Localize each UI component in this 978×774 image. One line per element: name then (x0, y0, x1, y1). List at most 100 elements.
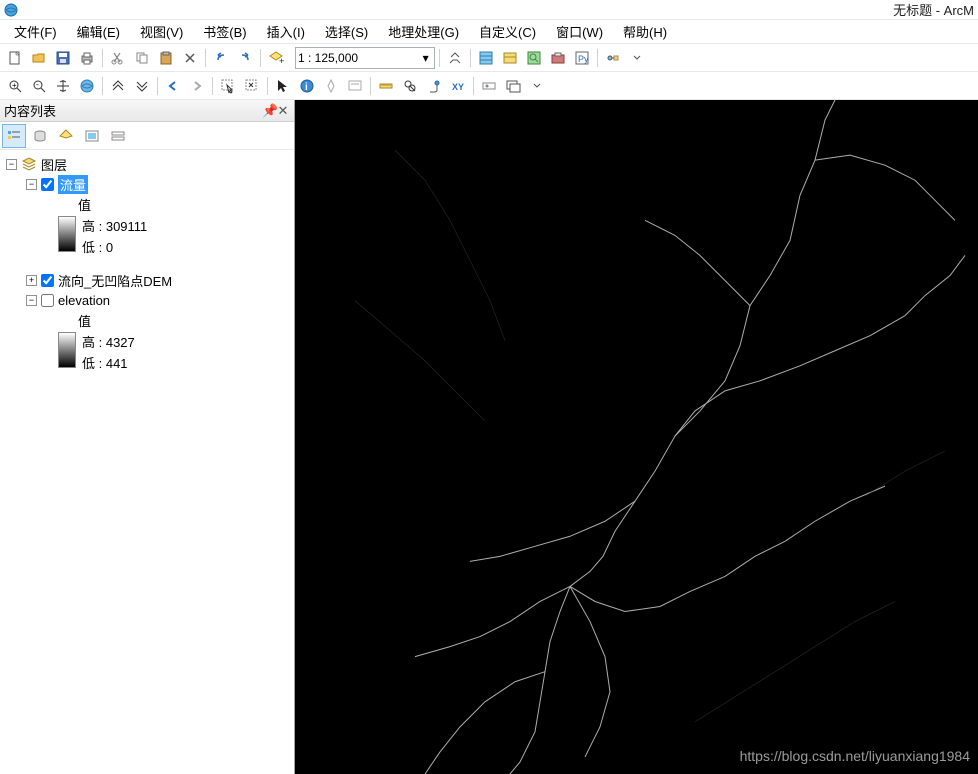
back-extent-button[interactable] (162, 75, 184, 97)
menu-help[interactable]: 帮助(H) (613, 19, 677, 44)
select-elements-button[interactable] (272, 75, 294, 97)
fixed-zoom-in-button[interactable] (107, 75, 129, 97)
menu-customize[interactable]: 自定义(C) (469, 19, 546, 44)
gradient-swatch[interactable] (58, 332, 76, 368)
menu-geoprocessing[interactable]: 地理处理(G) (378, 19, 469, 44)
toolbar-separator (102, 49, 103, 67)
layer-elevation-label: elevation (58, 293, 110, 308)
print-button[interactable] (76, 47, 98, 69)
table-of-contents-button[interactable] (475, 47, 497, 69)
expander-plus-icon[interactable]: + (26, 275, 37, 286)
layer-flow[interactable]: − 流量 (2, 174, 292, 194)
toolbar-separator (212, 77, 213, 95)
redo-button[interactable] (234, 47, 256, 69)
layer-visibility-checkbox[interactable] (41, 274, 54, 287)
layer-flow-symbology: 高 : 309111 低 : 0 (2, 216, 292, 256)
menu-selection[interactable]: 选择(S) (315, 19, 378, 44)
find-route-button[interactable] (423, 75, 445, 97)
save-button[interactable] (52, 47, 74, 69)
scale-input[interactable]: ▾ (295, 47, 435, 69)
menu-view[interactable]: 视图(V) (130, 19, 193, 44)
layer-flowdir-label: 流向_无凹陷点DEM (58, 271, 172, 290)
zoom-out-button[interactable]: - (28, 75, 50, 97)
copy-button[interactable] (131, 47, 153, 69)
scale-input-field[interactable] (298, 51, 419, 65)
menu-edit[interactable]: 编辑(E) (67, 19, 130, 44)
open-button[interactable] (28, 47, 50, 69)
pan-button[interactable] (52, 75, 74, 97)
catalog-button[interactable] (499, 47, 521, 69)
toolbar-options-icon[interactable] (526, 75, 548, 97)
toc-title: 内容列表 (4, 101, 262, 120)
menu-windows[interactable]: 窗口(W) (546, 19, 613, 44)
arctoolbox-button[interactable] (547, 47, 569, 69)
python-button[interactable]: Py (571, 47, 593, 69)
value-label: 值 (78, 311, 91, 330)
zoom-in-button[interactable]: + (4, 75, 26, 97)
paste-button[interactable] (155, 47, 177, 69)
layer-flow-label: 流量 (58, 175, 88, 194)
low-value-label: 低 : 0 (82, 237, 147, 256)
toolbar-separator (267, 77, 268, 95)
search-button[interactable] (523, 47, 545, 69)
close-icon[interactable]: ✕ (276, 103, 290, 119)
layers-icon (21, 156, 37, 172)
options-button[interactable] (106, 124, 130, 148)
pin-icon[interactable]: 📌 (262, 103, 276, 119)
list-by-selection-button[interactable] (80, 124, 104, 148)
toc-toolbar (0, 122, 294, 150)
list-by-source-button[interactable] (28, 124, 52, 148)
delete-button[interactable] (179, 47, 201, 69)
menu-file[interactable]: 文件(F) (4, 19, 67, 44)
undo-button[interactable] (210, 47, 232, 69)
fixed-zoom-out-button[interactable] (131, 75, 153, 97)
identify-button[interactable]: i (296, 75, 318, 97)
html-popup-button[interactable] (344, 75, 366, 97)
select-features-button[interactable] (217, 75, 239, 97)
cut-button[interactable] (107, 47, 129, 69)
svg-text:+: + (12, 81, 17, 90)
layer-elevation-value-label: 值 (2, 310, 292, 330)
find-button[interactable] (399, 75, 421, 97)
create-viewer-button[interactable] (502, 75, 524, 97)
measure-button[interactable] (375, 75, 397, 97)
expander-minus-icon[interactable]: − (26, 179, 37, 190)
forward-extent-button[interactable] (186, 75, 208, 97)
toolbar-separator (370, 77, 371, 95)
list-by-drawing-order-button[interactable] (2, 124, 26, 148)
layer-elevation[interactable]: − elevation (2, 290, 292, 310)
toc-header: 内容列表 📌 ✕ (0, 100, 294, 122)
full-extent-button[interactable] (76, 75, 98, 97)
go-to-xy-button[interactable]: XY (447, 75, 469, 97)
high-value-label: 高 : 309111 (82, 216, 147, 235)
low-value-label: 低 : 441 (82, 353, 135, 372)
map-view[interactable]: https://blog.csdn.net/liyuanxiang1984 (295, 100, 978, 774)
toolbar-options-icon[interactable] (626, 47, 648, 69)
layer-visibility-checkbox[interactable] (41, 294, 54, 307)
time-slider-button[interactable] (478, 75, 500, 97)
expander-minus-icon[interactable]: − (6, 159, 17, 170)
layer-flow-value-label: 值 (2, 194, 292, 214)
gradient-swatch[interactable] (58, 216, 76, 252)
tree-root-layers[interactable]: − 图层 (2, 154, 292, 174)
menu-insert[interactable]: 插入(I) (257, 19, 315, 44)
add-data-button[interactable]: + (265, 47, 287, 69)
menu-bookmarks[interactable]: 书签(B) (193, 19, 256, 44)
layer-flow-direction[interactable]: + 流向_无凹陷点DEM (2, 270, 292, 290)
layer-visibility-checkbox[interactable] (41, 178, 54, 191)
svg-text:+: + (279, 56, 284, 66)
scale-dropdown-icon[interactable]: ▾ (419, 51, 432, 65)
editor-toolbar-button[interactable] (444, 47, 466, 69)
svg-text:i: i (305, 82, 308, 93)
hyperlink-button[interactable] (320, 75, 342, 97)
toolbar-separator (260, 49, 261, 67)
map-canvas (295, 100, 978, 774)
model-builder-button[interactable] (602, 47, 624, 69)
list-by-visibility-button[interactable] (54, 124, 78, 148)
clear-selection-button[interactable] (241, 75, 263, 97)
new-doc-button[interactable] (4, 47, 26, 69)
toolbar-separator (470, 49, 471, 67)
svg-text:Py: Py (578, 54, 589, 64)
value-label: 值 (78, 195, 91, 214)
expander-minus-icon[interactable]: − (26, 295, 37, 306)
